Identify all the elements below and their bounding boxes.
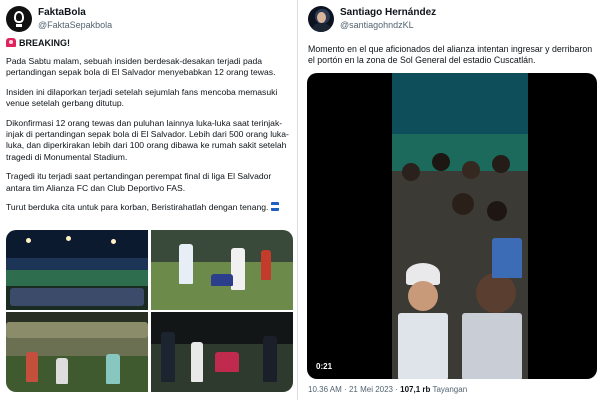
views-label: Tayangan [432,385,468,394]
left-tweet: FaktaBola @FaktaSepakbola BREAKING! Pada… [0,0,298,400]
author-handle[interactable]: @FaktaSepakbola [38,20,112,30]
avatar[interactable] [308,6,334,32]
video-duration: 0:21 [316,362,333,371]
lightbulb-logo-icon [14,11,24,23]
photo-crowd-field[interactable] [6,312,148,392]
avatar[interactable] [6,6,32,32]
author-name[interactable]: Santiago Hernández [340,7,436,18]
paragraph: Dikonfirmasi 12 orang tewas dan puluhan … [6,117,289,162]
tweet-meta: 10.36 AM · 21 Mei 2023 · 107,1 rb Tayang… [308,385,468,394]
right-tweet: Santiago Hernández @santiagohndzKL Momen… [302,0,600,400]
siren-icon [6,38,16,47]
video-player[interactable]: 0:21 [307,73,597,379]
photo-stadium-night[interactable] [6,230,148,310]
tweet-header: FaktaBola @FaktaSepakbola [6,6,291,34]
author-handle[interactable]: @santiagohndzKL [340,20,414,30]
tweet-time[interactable]: 10.36 AM [308,385,342,394]
el-salvador-flag-icon [270,202,279,212]
photo-rescue-scene[interactable] [151,312,293,392]
photo-players-field[interactable] [151,230,293,310]
views-count: 107,1 rb [400,385,431,394]
breaking-label: BREAKING! [6,38,70,48]
paragraph: Turut berduka cita untuk para korban, Be… [6,202,291,213]
tweet-text: Pada Sabtu malam, sebuah insiden berdesa… [6,56,291,221]
paragraph: Tragedi itu terjadi saat pertandingan pe… [6,171,272,193]
tweet-date[interactable]: 21 Mei 2023 [349,385,393,394]
tweet-text: Momento en el que aficionados del alianz… [308,44,593,66]
author-name[interactable]: FaktaBola [38,7,86,18]
photo-grid [6,230,293,392]
paragraph: Insiden ini dilaporkan terjadi setelah s… [6,86,278,109]
paragraph: Pada Sabtu malam, sebuah insiden berdesa… [6,56,276,78]
video-frame [392,73,528,379]
tweet-header: Santiago Hernández @santiagohndzKL [308,6,594,34]
